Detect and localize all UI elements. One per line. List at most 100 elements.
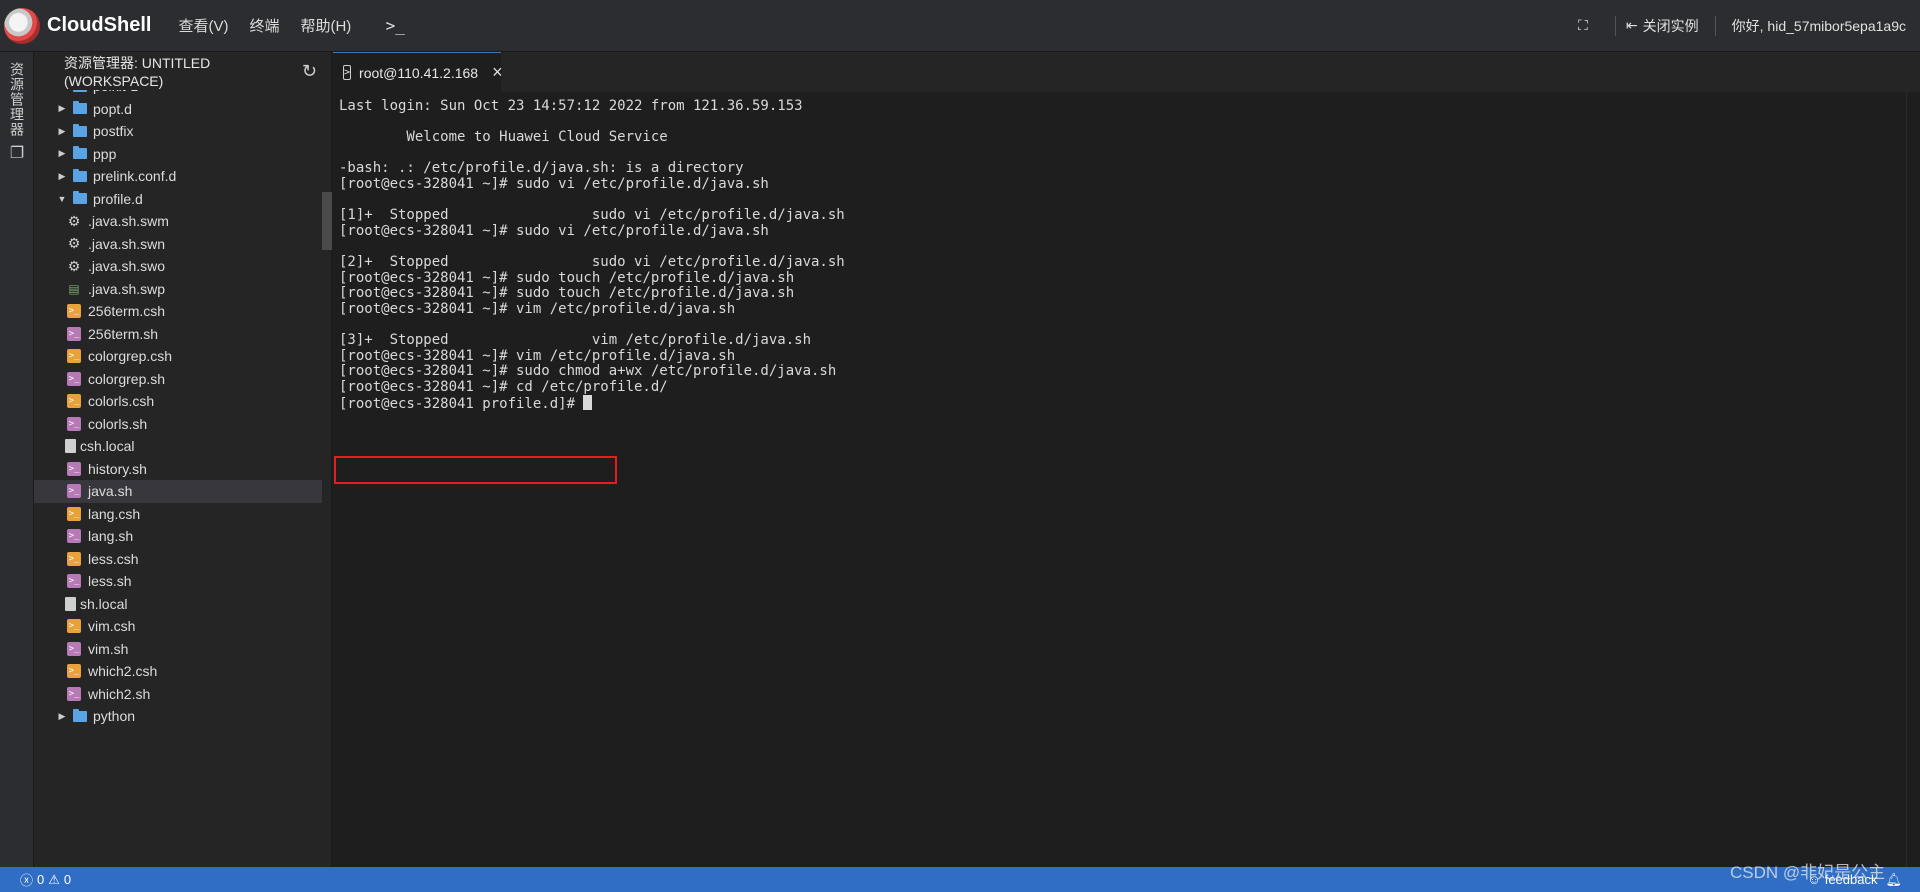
tab-terminal-session[interactable]: > root@110.41.2.168 × (333, 52, 503, 92)
tree-folder[interactable]: ▶ polkit-1 (34, 90, 322, 98)
tree-item-label: 256term.csh (88, 303, 166, 320)
chevron-right-icon[interactable]: ▶ (56, 103, 68, 114)
tree-item-label: vim.sh (88, 640, 129, 657)
error-count: 0 (37, 872, 45, 887)
terminal-prompt-line[interactable]: [root@ecs-328041 profile.d]# (339, 395, 1899, 412)
folder-icon (73, 191, 87, 205)
shell-file-icon: >_ (67, 416, 81, 431)
tree-item-label: .java.sh.swo (88, 258, 166, 275)
tree-item-label: java.sh (88, 483, 133, 500)
terminal-view[interactable]: Last login: Sun Oct 23 14:57:12 2022 fro… (333, 92, 1920, 867)
tree-item-label: history.sh (88, 460, 147, 477)
terminal-prompt-icon[interactable]: >_ (380, 11, 410, 41)
chevron-right-icon[interactable]: ▶ (56, 148, 68, 159)
tree-file[interactable]: >_ java.sh (34, 480, 322, 503)
shell-file-icon: >_ (67, 529, 81, 544)
user-greeting[interactable]: 你好, hid_57mibor5epa1a9c (1716, 16, 1920, 36)
tree-item-label: less.sh (88, 573, 132, 590)
shell-file-icon: >_ (67, 686, 81, 701)
folder-icon (73, 168, 87, 182)
terminal-cursor (583, 395, 593, 411)
explorer-header: 资源管理器: UNTITLED (WORKSPACE) ↻ (34, 52, 331, 90)
tree-item-label: .java.sh.swp (88, 280, 166, 297)
explorer-activity-tab[interactable]: 资源管理器 ❐ (6, 62, 28, 163)
tree-file[interactable]: >_ lang.sh (34, 525, 322, 548)
tree-folder[interactable]: ▼ profile.d (34, 188, 322, 211)
status-bar: ⓧ 0 ⚠ 0 ☺ feedback 🔔︎ (0, 867, 1920, 892)
tree-file[interactable]: ⚙ .java.sh.swo (34, 255, 322, 278)
tree-file[interactable]: >_ vim.csh (34, 615, 322, 638)
terminal-line: -bash: .: /etc/profile.d/java.sh: is a d… (339, 160, 744, 177)
tree-item-label: which2.sh (88, 685, 151, 702)
tree-item-label: lang.csh (88, 505, 141, 522)
tree-file[interactable]: ▤ .java.sh.swp (34, 278, 322, 301)
terminal-line: [root@ecs-328041 ~]# sudo vi /etc/profil… (339, 222, 769, 239)
tree-file[interactable]: >_ vim.sh (34, 638, 322, 661)
tree-folder[interactable]: ▶ ppp (34, 143, 322, 166)
tree-folder[interactable]: ▶ python (34, 705, 322, 728)
highlight-box (334, 456, 617, 484)
close-icon[interactable]: × (492, 62, 503, 83)
folder-icon (73, 146, 87, 160)
folder-icon (73, 101, 87, 115)
terminal-line: [1]+ Stopped sudo vi /etc/profile.d/java… (339, 207, 845, 224)
close-instance-button[interactable]: ⇤ 关闭实例 (1616, 16, 1715, 36)
tree-file[interactable]: >_ history.sh (34, 458, 322, 481)
shell-file-icon: >_ (67, 371, 81, 386)
csh-file-icon: >_ (67, 506, 81, 521)
tree-folder[interactable]: ▶ postfix (34, 120, 322, 143)
tree-file[interactable]: sh.local (34, 593, 322, 616)
problems-indicator[interactable]: ⓧ 0 ⚠ 0 (20, 870, 75, 889)
tree-file[interactable]: >_ colorgrep.sh (34, 368, 322, 391)
csh-file-icon: >_ (67, 394, 81, 409)
tree-folder[interactable]: ▶ prelink.conf.d (34, 165, 322, 188)
tree-file[interactable]: >_ less.sh (34, 570, 322, 593)
menu-help[interactable]: 帮助(H) (300, 15, 351, 36)
tree-file[interactable]: csh.local (34, 435, 322, 458)
exit-icon: ⇤ (1625, 17, 1638, 33)
tree-file[interactable]: >_ colorls.csh (34, 390, 322, 413)
terminal-line: [root@ecs-328041 ~]# vim /etc/profile.d/… (339, 300, 736, 317)
chevron-right-icon[interactable]: ▶ (56, 90, 68, 92)
chevron-right-icon[interactable]: ▶ (56, 126, 68, 137)
bell-icon[interactable]: 🔔︎ (1885, 872, 1902, 888)
terminal-line: [2]+ Stopped sudo vi /etc/profile.d/java… (339, 253, 845, 270)
tree-file[interactable]: ⚙ .java.sh.swm (34, 210, 322, 233)
tree-item-label: csh.local (80, 438, 135, 455)
terminal-line: [root@ecs-328041 ~]# sudo vi /etc/profil… (339, 175, 769, 192)
activity-bar: 资源管理器 ❐ (0, 52, 34, 867)
tree-file[interactable]: >_ 256term.sh (34, 323, 322, 346)
tree-file[interactable]: >_ which2.csh (34, 660, 322, 683)
tree-file[interactable]: >_ which2.sh (34, 683, 322, 706)
csh-file-icon: >_ (67, 619, 81, 634)
explorer-scrollbar[interactable] (322, 192, 332, 250)
app-logo: CloudShell (0, 0, 151, 52)
tree-file[interactable]: >_ 256term.csh (34, 300, 322, 323)
fullscreen-icon[interactable]: ⛶ (1573, 16, 1593, 36)
tree-file[interactable]: >_ colorls.sh (34, 413, 322, 436)
file-tree: ▶ polkit-1 ▶ popt.d ▶ postfix ▶ ppp ▶ prelink.con… (34, 90, 322, 867)
refresh-icon[interactable]: ↻ (302, 61, 317, 82)
watermark: CSDN @非妃是公主 (1730, 863, 1886, 882)
file-icon (65, 439, 76, 454)
explorer-panel: 资源管理器: UNTITLED (WORKSPACE) ↻ ▶polkit-1▶… (34, 52, 332, 867)
chevron-right-icon[interactable]: ▶ (56, 171, 68, 182)
terminal-line: [root@ecs-328041 ~]# sudo touch /etc/pro… (339, 285, 795, 302)
chevron-down-icon[interactable]: ▼ (56, 194, 68, 204)
chevron-right-icon[interactable]: ▶ (56, 711, 68, 722)
csh-file-icon: >_ (67, 551, 81, 566)
close-instance-label: 关闭实例 (1642, 17, 1699, 34)
tab-label: root@110.41.2.168 (359, 64, 479, 81)
tree-file[interactable]: >_ lang.csh (34, 503, 322, 526)
tree-file[interactable]: ⚙ .java.sh.swn (34, 233, 322, 256)
folder-icon (73, 90, 87, 92)
menu-terminal[interactable]: 终端 (249, 15, 279, 36)
menu-view[interactable]: 查看(V) (178, 15, 228, 36)
tree-item-label: python (93, 708, 136, 725)
tree-file[interactable]: >_ less.csh (34, 548, 322, 571)
tree-item-label: colorls.csh (88, 393, 155, 410)
tree-file[interactable]: >_ colorgrep.csh (34, 345, 322, 368)
tree-item-label: lang.sh (88, 528, 134, 545)
tree-folder[interactable]: ▶ popt.d (34, 98, 322, 121)
terminal-scrollbar[interactable] (1906, 92, 1920, 867)
